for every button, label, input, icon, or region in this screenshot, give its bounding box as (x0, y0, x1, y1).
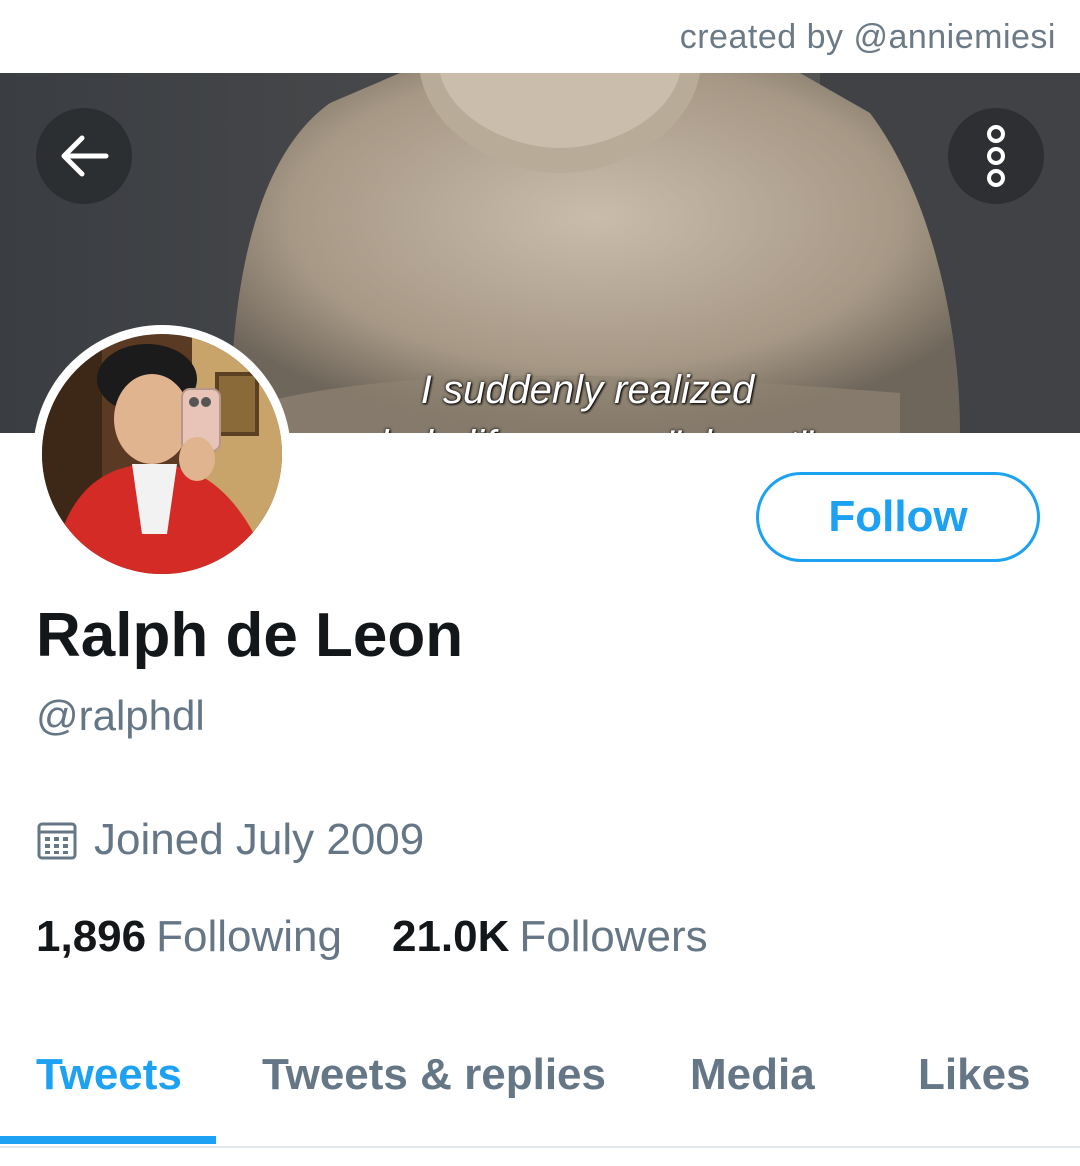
profile-stats: 1,896 Following 21.0K Followers (36, 912, 708, 962)
following-count: 1,896 (36, 912, 147, 961)
followers-count: 21.0K (391, 912, 510, 961)
profile-tabs: Tweets Tweets & replies Media Likes (0, 1040, 1080, 1148)
calendar-icon (37, 822, 77, 860)
tab-tweets[interactable]: Tweets (36, 1050, 182, 1100)
following-label: Following (156, 912, 342, 961)
followers-label: Followers (519, 912, 708, 961)
profile-name: Ralph de Leon (36, 601, 464, 670)
followers-stat[interactable]: 21.0K Followers (392, 912, 708, 962)
following-stat[interactable]: 1,896 Following (36, 912, 342, 962)
profile-handle: @ralphdl (36, 692, 205, 739)
tab-likes[interactable]: Likes (918, 1050, 1031, 1100)
credit-text: created by @anniemiesi (679, 18, 1056, 56)
profile-avatar[interactable] (33, 325, 291, 583)
back-button[interactable] (36, 108, 132, 204)
joined-date: Joined July 2009 (36, 815, 424, 865)
back-arrow-icon (61, 135, 109, 177)
more-options-button[interactable] (948, 108, 1044, 204)
tab-media[interactable]: Media (690, 1050, 815, 1100)
avatar-photo (42, 334, 282, 574)
active-tab-indicator (0, 1136, 216, 1144)
follow-button[interactable]: Follow (756, 472, 1040, 562)
more-vertical-icon (987, 125, 1005, 187)
joined-text: Joined July 2009 (94, 815, 425, 864)
tab-tweets-and-replies[interactable]: Tweets & replies (262, 1050, 606, 1100)
